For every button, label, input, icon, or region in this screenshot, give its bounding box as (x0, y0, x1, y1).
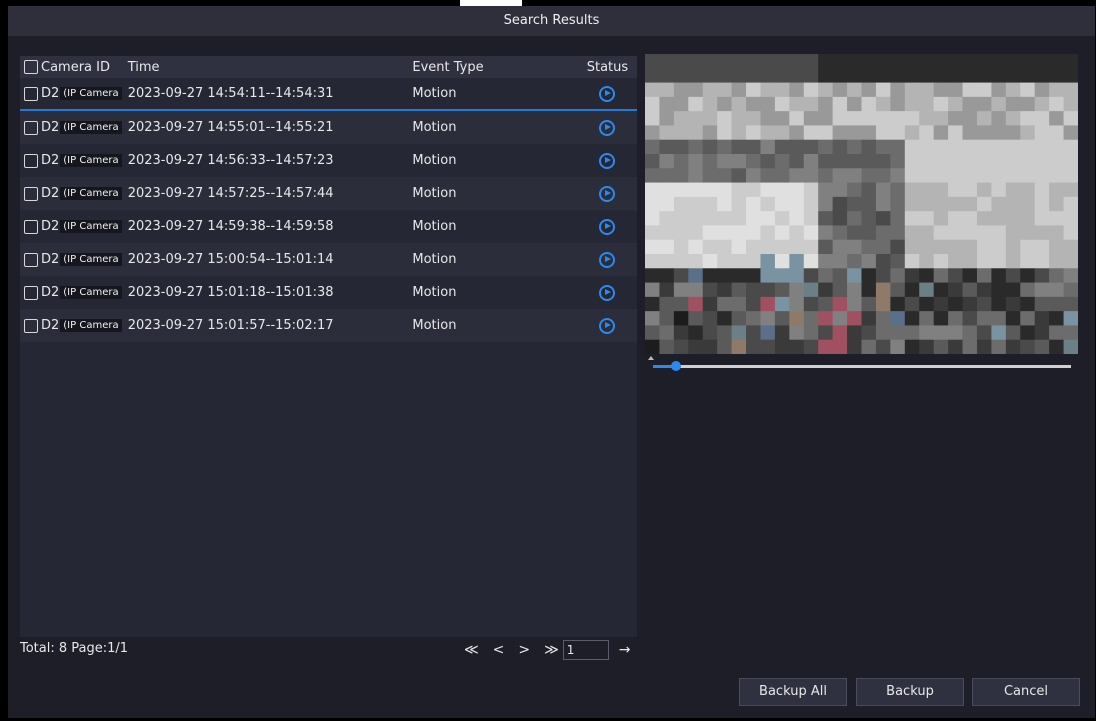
camera-type-tag: (IP Camera (60, 319, 122, 332)
time-cell: 2023-09-27 14:57:25--14:57:44 (127, 186, 334, 201)
event-type-cell: Motion (412, 153, 457, 168)
status-cell (578, 185, 637, 202)
select-all-checkbox[interactable] (24, 60, 38, 74)
row-checkbox[interactable] (24, 285, 38, 300)
camera-type-tag: (IP Camera (60, 121, 122, 134)
progress-handle[interactable] (671, 361, 681, 371)
camera-type-tag: (IP Camera (60, 253, 122, 266)
time-cell: 2023-09-27 14:55:01--14:55:21 (127, 120, 334, 135)
backup-button[interactable]: Backup (856, 678, 964, 706)
row-checkbox[interactable] (24, 219, 38, 234)
table-row[interactable]: D2 (IP Camera 2023-09-27 14:55:01--14:55:2… (20, 111, 637, 144)
time-cell: 2023-09-27 15:01:57--15:02:17 (127, 318, 334, 333)
go-page-button[interactable]: → (619, 642, 631, 658)
time-cell: 2023-09-27 15:01:18--15:01:38 (127, 285, 334, 300)
video-preview[interactable] (645, 54, 1078, 354)
event-type-cell: Motion (412, 120, 457, 135)
cancel-button[interactable]: Cancel (972, 678, 1080, 706)
table-row[interactable]: D2 (IP Camera 2023-09-27 14:56:33--14:57:2… (20, 144, 637, 177)
play-circle-icon[interactable] (599, 317, 616, 334)
camera-id-cell: D2 (IP Camera (41, 252, 128, 267)
camera-id-cell: D2 (IP Camera (41, 285, 128, 300)
total-page-summary: Total: 8 Page:1/1 (20, 641, 129, 656)
status-cell (578, 218, 637, 235)
event-type-cell: Motion (412, 318, 457, 333)
results-table: Camera ID Time Event Type Status D2 (IP C… (20, 56, 637, 637)
row-checkbox[interactable] (24, 186, 38, 201)
prev-page-button[interactable]: < (493, 642, 505, 658)
header-event-type[interactable]: Event Type (412, 60, 578, 75)
row-checkbox[interactable] (24, 252, 38, 267)
first-page-button[interactable]: ≪ (464, 642, 479, 658)
row-checkbox[interactable] (24, 153, 38, 168)
row-checkbox[interactable] (24, 86, 38, 101)
seek-start-marker (648, 356, 654, 360)
status-cell (578, 317, 637, 334)
camera-id: D2 (41, 318, 60, 333)
camera-id: D2 (41, 219, 60, 234)
table-row[interactable]: D2 (IP Camera 2023-09-27 14:54:11--14:54:3… (20, 78, 637, 111)
camera-id-cell: D2 (IP Camera (41, 219, 128, 234)
camera-id-cell: D2 (IP Camera (41, 120, 128, 135)
play-circle-icon[interactable] (599, 185, 616, 202)
header-time[interactable]: Time (128, 60, 413, 75)
time-cell: 2023-09-27 14:54:11--14:54:31 (127, 86, 334, 101)
status-cell (578, 251, 637, 268)
camera-id-cell: D2 (IP Camera (41, 186, 128, 201)
camera-type-tag: (IP Camera (60, 87, 122, 100)
table-row[interactable]: D2 (IP Camera 2023-09-27 15:01:18--15:01:3… (20, 276, 637, 309)
camera-id: D2 (41, 120, 60, 135)
header-status[interactable]: Status (578, 60, 637, 75)
play-circle-icon[interactable] (599, 119, 616, 136)
playback-progress-bar[interactable] (653, 361, 1071, 371)
status-cell (578, 152, 637, 169)
status-cell (578, 119, 637, 136)
table-row[interactable]: D2 (IP Camera 2023-09-27 15:00:54--15:01:1… (20, 243, 637, 276)
table-row[interactable]: D2 (IP Camera 2023-09-27 14:57:25--14:57:4… (20, 177, 637, 210)
camera-id: D2 (41, 252, 60, 267)
dialog-title: Search Results (8, 6, 1095, 36)
backup-all-button[interactable]: Backup All (739, 678, 847, 706)
header-camera-id[interactable]: Camera ID (41, 60, 128, 75)
next-page-button[interactable]: > (518, 642, 530, 658)
camera-id: D2 (41, 285, 60, 300)
video-frame-image (645, 54, 1078, 354)
page-number-input[interactable] (562, 640, 609, 660)
event-type-cell: Motion (412, 86, 457, 101)
event-type-cell: Motion (412, 252, 457, 267)
play-circle-icon[interactable] (599, 152, 616, 169)
camera-id-cell: D2 (IP Camera (41, 318, 128, 333)
time-cell: 2023-09-27 14:56:33--14:57:23 (127, 153, 334, 168)
camera-type-tag: (IP Camera (60, 187, 122, 200)
camera-id: D2 (41, 186, 60, 201)
event-type-cell: Motion (412, 219, 457, 234)
play-circle-icon[interactable] (599, 284, 616, 301)
row-checkbox[interactable] (24, 120, 38, 135)
camera-id: D2 (41, 86, 60, 101)
table-header: Camera ID Time Event Type Status (20, 56, 637, 78)
time-cell: 2023-09-27 14:59:38--14:59:58 (127, 219, 334, 234)
event-type-cell: Motion (412, 186, 457, 201)
camera-type-tag: (IP Camera (60, 220, 122, 233)
camera-type-tag: (IP Camera (60, 154, 122, 167)
camera-type-tag: (IP Camera (60, 286, 122, 299)
play-circle-icon[interactable] (599, 218, 616, 235)
status-cell (578, 85, 637, 102)
play-circle-icon[interactable] (599, 251, 616, 268)
table-row[interactable]: D2 (IP Camera 2023-09-27 15:01:57--15:02:1… (20, 309, 637, 342)
play-circle-icon[interactable] (599, 85, 616, 102)
camera-id-cell: D2 (IP Camera (41, 86, 128, 101)
event-type-cell: Motion (412, 285, 457, 300)
camera-id: D2 (41, 153, 60, 168)
pagination: ≪ < > ≫ → (464, 640, 645, 660)
time-cell: 2023-09-27 15:00:54--15:01:14 (127, 252, 334, 267)
table-row[interactable]: D2 (IP Camera 2023-09-27 14:59:38--14:59:5… (20, 210, 637, 243)
row-checkbox[interactable] (24, 318, 38, 333)
last-page-button[interactable]: ≫ (544, 642, 559, 658)
camera-id-cell: D2 (IP Camera (41, 153, 128, 168)
status-cell (578, 284, 637, 301)
